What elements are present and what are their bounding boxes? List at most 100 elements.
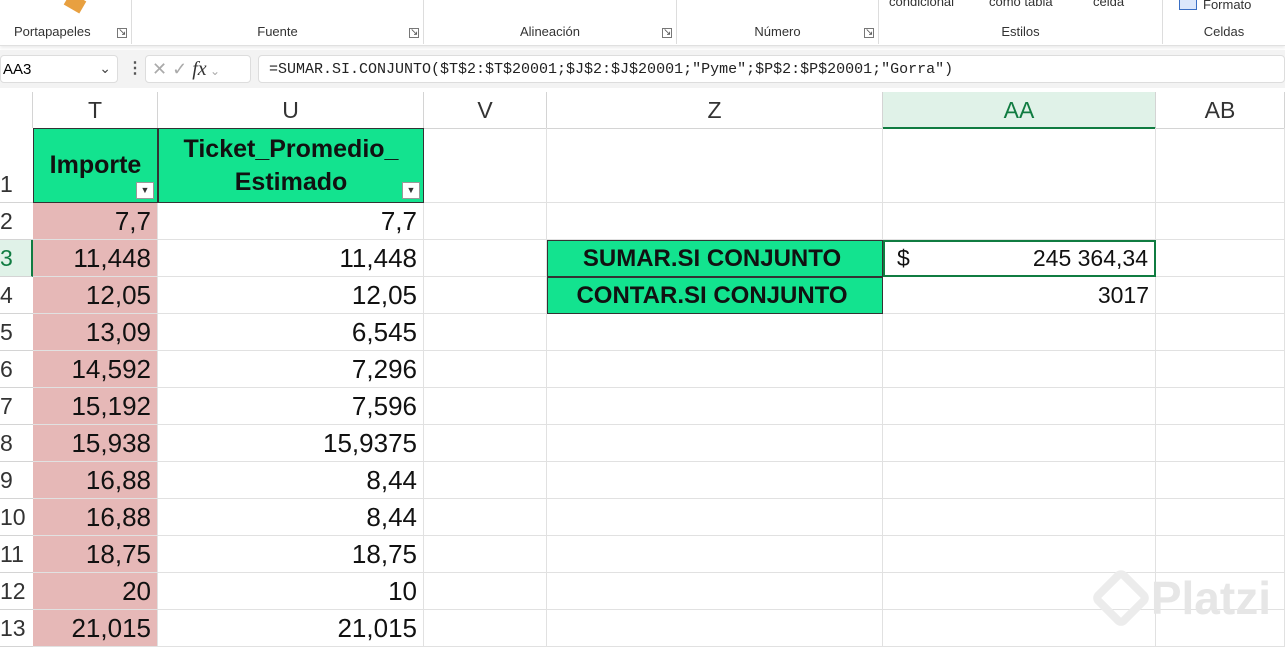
- cell[interactable]: [883, 462, 1156, 499]
- importe-cell[interactable]: 12,05: [33, 277, 158, 314]
- cell[interactable]: [883, 425, 1156, 462]
- cell[interactable]: [547, 610, 883, 647]
- row-header[interactable]: 1: [0, 128, 33, 203]
- row-header[interactable]: 3: [0, 240, 33, 277]
- cell[interactable]: [547, 573, 883, 610]
- importe-cell[interactable]: 15,938: [33, 425, 158, 462]
- cell[interactable]: [424, 128, 547, 203]
- importe-cell[interactable]: 16,88: [33, 462, 158, 499]
- cell[interactable]: [547, 425, 883, 462]
- column-header[interactable]: AA: [883, 92, 1156, 129]
- cell[interactable]: [1156, 128, 1285, 203]
- dialog-launcher-icon[interactable]: ↘: [662, 28, 672, 38]
- cell-styles-button[interactable]: celda: [1093, 0, 1124, 9]
- cell[interactable]: [424, 610, 547, 647]
- cell[interactable]: [424, 240, 547, 277]
- importe-cell[interactable]: 14,592: [33, 351, 158, 388]
- cell[interactable]: [883, 388, 1156, 425]
- enter-icon[interactable]: ✓: [172, 59, 187, 79]
- cell[interactable]: [547, 128, 883, 203]
- table-header-cell[interactable]: Importe ▼: [33, 128, 158, 203]
- cell[interactable]: [1156, 314, 1285, 351]
- dialog-launcher-icon[interactable]: ↘: [864, 28, 874, 38]
- row-header[interactable]: 2: [0, 203, 33, 240]
- row-header[interactable]: 10: [0, 499, 33, 536]
- cell[interactable]: [883, 351, 1156, 388]
- cell[interactable]: [424, 203, 547, 240]
- ticket-cell[interactable]: 7,596: [158, 388, 424, 425]
- ticket-cell[interactable]: 7,7: [158, 203, 424, 240]
- cell[interactable]: [547, 388, 883, 425]
- cell[interactable]: [1156, 351, 1285, 388]
- ticket-cell[interactable]: 12,05: [158, 277, 424, 314]
- cell[interactable]: [1156, 240, 1285, 277]
- cell[interactable]: [547, 203, 883, 240]
- cell[interactable]: [1156, 425, 1285, 462]
- cell[interactable]: [424, 351, 547, 388]
- row-header[interactable]: 9: [0, 462, 33, 499]
- cell[interactable]: [424, 536, 547, 573]
- dialog-launcher-icon[interactable]: ↘: [117, 28, 127, 38]
- cancel-icon[interactable]: ✕: [152, 59, 167, 79]
- row-header[interactable]: 4: [0, 277, 33, 314]
- ticket-cell[interactable]: 7,296: [158, 351, 424, 388]
- row-header[interactable]: 13: [0, 610, 33, 647]
- cell[interactable]: [424, 573, 547, 610]
- importe-cell[interactable]: 20: [33, 573, 158, 610]
- ticket-cell[interactable]: 8,44: [158, 499, 424, 536]
- name-box[interactable]: AA3 ⌄: [0, 55, 118, 83]
- cell[interactable]: [547, 351, 883, 388]
- contar-value-cell[interactable]: 3017: [883, 277, 1156, 314]
- cell[interactable]: [1156, 277, 1285, 314]
- row-header[interactable]: 12: [0, 573, 33, 610]
- cell[interactable]: [1156, 536, 1285, 573]
- importe-cell[interactable]: 18,75: [33, 536, 158, 573]
- row-header[interactable]: 6: [0, 351, 33, 388]
- importe-cell[interactable]: 13,09: [33, 314, 158, 351]
- format-as-table-button[interactable]: como tabla: [989, 0, 1053, 9]
- importe-cell[interactable]: 11,448: [33, 240, 158, 277]
- cell[interactable]: [883, 536, 1156, 573]
- cell[interactable]: [1156, 499, 1285, 536]
- ticket-cell[interactable]: 11,448: [158, 240, 424, 277]
- cell[interactable]: [424, 277, 547, 314]
- ticket-cell[interactable]: 18,75: [158, 536, 424, 573]
- sumar-value-cell[interactable]: $245 364,34: [883, 240, 1156, 277]
- conditional-format-button[interactable]: condicional: [889, 0, 954, 9]
- more-icon[interactable]: ⋮: [127, 58, 143, 78]
- cell[interactable]: [883, 128, 1156, 203]
- chevron-down-icon[interactable]: ⌄: [99, 60, 111, 77]
- cell[interactable]: [424, 499, 547, 536]
- importe-cell[interactable]: 16,88: [33, 499, 158, 536]
- cell[interactable]: [547, 536, 883, 573]
- cell[interactable]: [883, 499, 1156, 536]
- row-header[interactable]: 11: [0, 536, 33, 573]
- insert-function-button[interactable]: fx: [192, 58, 206, 80]
- column-header[interactable]: AB: [1156, 92, 1285, 129]
- importe-cell[interactable]: 21,015: [33, 610, 158, 647]
- cell[interactable]: [547, 462, 883, 499]
- cell[interactable]: [883, 203, 1156, 240]
- row-header[interactable]: 8: [0, 425, 33, 462]
- cell[interactable]: [1156, 388, 1285, 425]
- sumar-label-cell[interactable]: SUMAR.SI CONJUNTO: [547, 240, 883, 277]
- format-button[interactable]: Formato: [1203, 0, 1251, 12]
- filter-dropdown-icon[interactable]: ▼: [402, 182, 420, 199]
- importe-cell[interactable]: 15,192: [33, 388, 158, 425]
- cell[interactable]: [424, 462, 547, 499]
- column-header[interactable]: U: [158, 92, 424, 129]
- row-header[interactable]: 5: [0, 314, 33, 351]
- filter-dropdown-icon[interactable]: ▼: [136, 182, 154, 199]
- column-header[interactable]: T: [33, 92, 158, 129]
- ticket-cell[interactable]: 10: [158, 573, 424, 610]
- cell[interactable]: [424, 388, 547, 425]
- ticket-cell[interactable]: 21,015: [158, 610, 424, 647]
- cell[interactable]: [1156, 203, 1285, 240]
- column-header[interactable]: V: [424, 92, 547, 129]
- importe-cell[interactable]: 7,7: [33, 203, 158, 240]
- row-header[interactable]: 7: [0, 388, 33, 425]
- cell[interactable]: [547, 314, 883, 351]
- table-header-cell[interactable]: Ticket_Promedio_ Estimado ▼: [158, 128, 424, 203]
- cell[interactable]: [424, 314, 547, 351]
- ticket-cell[interactable]: 6,545: [158, 314, 424, 351]
